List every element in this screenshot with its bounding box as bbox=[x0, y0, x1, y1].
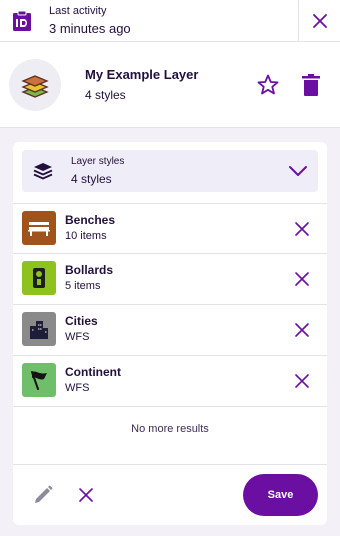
list-item-subtitle: 5 items bbox=[65, 280, 101, 292]
favorite-button[interactable] bbox=[256, 73, 280, 97]
layer-subtitle: 4 styles bbox=[85, 88, 126, 102]
close-icon bbox=[295, 323, 309, 337]
remove-style-button[interactable] bbox=[293, 321, 311, 339]
list-item-title: Continent bbox=[65, 365, 121, 379]
close-icon bbox=[295, 272, 309, 286]
layer-styles-label: Layer styles bbox=[71, 156, 125, 167]
layer-styles-dropdown[interactable]: Layer styles 4 styles bbox=[22, 150, 318, 192]
star-outline-icon bbox=[257, 74, 279, 95]
close-icon bbox=[312, 13, 328, 29]
remove-style-button[interactable] bbox=[293, 372, 311, 390]
chevron-down-icon bbox=[288, 161, 308, 181]
list-item-subtitle: WFS bbox=[65, 331, 90, 343]
list-item-title: Bollards bbox=[65, 263, 114, 277]
save-button[interactable]: Save bbox=[243, 474, 318, 516]
activity-label: Last activity bbox=[49, 4, 107, 17]
list-item-title: Cities bbox=[65, 314, 98, 328]
no-more-results: No more results bbox=[131, 423, 209, 435]
close-icon bbox=[295, 374, 309, 388]
layer-header: My Example Layer 4 styles bbox=[0, 42, 340, 128]
remove-style-button[interactable] bbox=[293, 220, 311, 238]
activity-bar: Last activity 3 minutes ago bbox=[0, 0, 340, 42]
layer-styles-panel: Layer styles 4 styles Benches 10 items B… bbox=[13, 142, 327, 525]
stack-icon bbox=[33, 162, 53, 180]
city-buildings-icon bbox=[22, 312, 56, 346]
edit-button[interactable] bbox=[32, 484, 54, 506]
list-item[interactable]: Cities WFS bbox=[13, 305, 327, 356]
flag-icon bbox=[22, 363, 56, 397]
pencil-icon bbox=[35, 485, 53, 503]
list-item[interactable]: Benches 10 items bbox=[13, 203, 327, 254]
cancel-button[interactable] bbox=[77, 486, 95, 504]
list-item[interactable]: Continent WFS bbox=[13, 356, 327, 407]
close-icon bbox=[295, 222, 309, 236]
divider bbox=[13, 464, 327, 465]
layer-styles-count: 4 styles bbox=[71, 172, 112, 186]
list-item-subtitle: 10 items bbox=[65, 230, 107, 242]
activity-info: Last activity 3 minutes ago bbox=[0, 0, 298, 41]
close-icon bbox=[79, 488, 93, 502]
id-clipboard-icon bbox=[12, 10, 32, 32]
delete-layer-button[interactable] bbox=[300, 73, 322, 97]
close-button[interactable] bbox=[298, 0, 340, 41]
list-item-subtitle: WFS bbox=[65, 382, 90, 394]
trash-icon bbox=[302, 74, 320, 96]
activity-value: 3 minutes ago bbox=[49, 20, 131, 36]
layers-icon bbox=[21, 71, 49, 99]
style-list: Benches 10 items Bollards 5 items Cities… bbox=[13, 203, 327, 407]
list-item[interactable]: Bollards 5 items bbox=[13, 254, 327, 305]
layer-title: My Example Layer bbox=[85, 67, 199, 82]
bench-icon bbox=[22, 211, 56, 245]
list-item-title: Benches bbox=[65, 213, 116, 227]
layer-avatar bbox=[9, 59, 61, 111]
remove-style-button[interactable] bbox=[293, 270, 311, 288]
bollard-icon bbox=[22, 261, 56, 295]
